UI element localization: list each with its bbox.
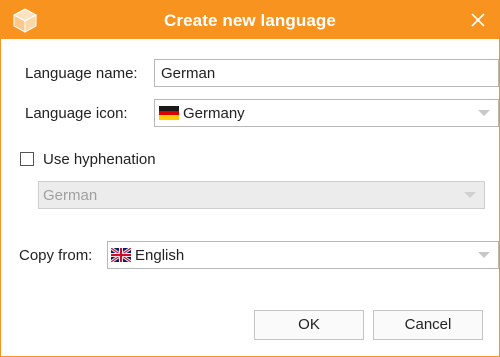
create-language-dialog: Create new language Language name: Langu… xyxy=(0,0,500,357)
language-icon-label: Language icon: xyxy=(25,105,128,122)
chevron-down-icon xyxy=(478,252,490,258)
copy-from-dropdown[interactable]: English xyxy=(107,241,499,269)
uk-flag-icon xyxy=(111,248,131,262)
use-hyphenation-checkbox[interactable] xyxy=(20,152,34,166)
dialog-title: Create new language xyxy=(164,11,336,30)
copy-from-label: Copy from: xyxy=(19,247,93,264)
hyphenation-language-dropdown: German xyxy=(38,181,485,209)
chevron-down-icon xyxy=(464,192,476,198)
title-bar: Create new language xyxy=(1,1,499,39)
germany-flag-icon xyxy=(159,106,179,120)
cancel-button[interactable]: Cancel xyxy=(373,310,483,340)
use-hyphenation-label[interactable]: Use hyphenation xyxy=(43,151,156,168)
language-name-input[interactable] xyxy=(155,60,498,86)
language-name-field-box xyxy=(154,59,499,87)
copy-from-value: English xyxy=(135,247,185,264)
language-icon-dropdown[interactable]: Germany xyxy=(154,99,499,127)
ok-button[interactable]: OK xyxy=(254,310,364,340)
chevron-down-icon xyxy=(478,110,490,116)
language-name-label: Language name: xyxy=(25,65,138,82)
language-icon-value: Germany xyxy=(183,105,245,122)
hyphenation-language-value: German xyxy=(43,187,98,204)
close-icon[interactable] xyxy=(465,7,491,33)
